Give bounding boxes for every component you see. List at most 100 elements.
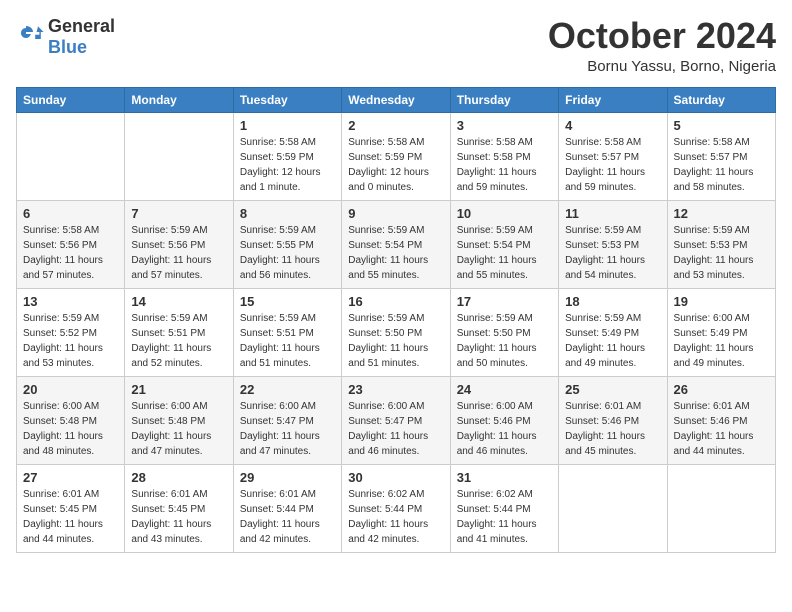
calendar-week-row: 27 Sunrise: 6:01 AM Sunset: 5:45 PM Dayli… bbox=[17, 464, 776, 552]
day-info: Sunrise: 6:00 AM Sunset: 5:48 PM Dayligh… bbox=[23, 399, 118, 459]
day-info: Sunrise: 6:02 AM Sunset: 5:44 PM Dayligh… bbox=[457, 487, 552, 547]
calendar-day-cell: 1 Sunrise: 5:58 AM Sunset: 5:59 PM Daylig… bbox=[233, 112, 341, 200]
day-info: Sunrise: 5:59 AM Sunset: 5:50 PM Dayligh… bbox=[348, 311, 443, 371]
calendar-weekday-header: Monday bbox=[125, 87, 233, 112]
day-info: Sunrise: 5:58 AM Sunset: 5:59 PM Dayligh… bbox=[348, 135, 443, 195]
day-number: 2 bbox=[348, 118, 443, 133]
calendar-day-cell: 11 Sunrise: 5:59 AM Sunset: 5:53 PM Dayli… bbox=[559, 200, 667, 288]
calendar-day-cell: 24 Sunrise: 6:00 AM Sunset: 5:46 PM Dayli… bbox=[450, 376, 558, 464]
day-number: 28 bbox=[131, 470, 226, 485]
logo: General Blue bbox=[16, 16, 115, 58]
day-info: Sunrise: 5:59 AM Sunset: 5:53 PM Dayligh… bbox=[674, 223, 769, 283]
day-info: Sunrise: 5:58 AM Sunset: 5:56 PM Dayligh… bbox=[23, 223, 118, 283]
day-number: 27 bbox=[23, 470, 118, 485]
day-number: 9 bbox=[348, 206, 443, 221]
calendar-day-cell: 3 Sunrise: 5:58 AM Sunset: 5:58 PM Daylig… bbox=[450, 112, 558, 200]
calendar-day-cell: 23 Sunrise: 6:00 AM Sunset: 5:47 PM Dayli… bbox=[342, 376, 450, 464]
logo-blue: Blue bbox=[48, 37, 87, 57]
calendar-day-cell: 26Sunrise: 6:01 AM Sunset: 5:46 PM Dayli… bbox=[667, 376, 775, 464]
calendar-day-cell: 18Sunrise: 5:59 AM Sunset: 5:49 PM Dayli… bbox=[559, 288, 667, 376]
day-number: 20 bbox=[23, 382, 118, 397]
calendar-day-cell: 30 Sunrise: 6:02 AM Sunset: 5:44 PM Dayli… bbox=[342, 464, 450, 552]
calendar-weekday-header: Friday bbox=[559, 87, 667, 112]
day-info: Sunrise: 5:59 AM Sunset: 5:51 PM Dayligh… bbox=[240, 311, 335, 371]
calendar-day-cell: 20 Sunrise: 6:00 AM Sunset: 5:48 PM Dayli… bbox=[17, 376, 125, 464]
calendar-day-cell: 17 Sunrise: 5:59 AM Sunset: 5:50 PM Dayli… bbox=[450, 288, 558, 376]
day-info: Sunrise: 5:58 AM Sunset: 5:58 PM Dayligh… bbox=[457, 135, 552, 195]
day-number: 17 bbox=[457, 294, 552, 309]
day-info: Sunrise: 6:00 AM Sunset: 5:49 PM Dayligh… bbox=[674, 311, 769, 371]
calendar-day-cell: 6 Sunrise: 5:58 AM Sunset: 5:56 PM Daylig… bbox=[17, 200, 125, 288]
day-number: 16 bbox=[348, 294, 443, 309]
day-info: Sunrise: 5:59 AM Sunset: 5:56 PM Dayligh… bbox=[131, 223, 226, 283]
day-number: 13 bbox=[23, 294, 118, 309]
day-info: Sunrise: 5:59 AM Sunset: 5:54 PM Dayligh… bbox=[348, 223, 443, 283]
calendar-day-cell: 28 Sunrise: 6:01 AM Sunset: 5:45 PM Dayli… bbox=[125, 464, 233, 552]
day-number: 3 bbox=[457, 118, 552, 133]
day-info: Sunrise: 5:59 AM Sunset: 5:54 PM Dayligh… bbox=[457, 223, 552, 283]
calendar-day-cell: 8Sunrise: 5:59 AM Sunset: 5:55 PM Daylig… bbox=[233, 200, 341, 288]
calendar-day-cell: 7 Sunrise: 5:59 AM Sunset: 5:56 PM Daylig… bbox=[125, 200, 233, 288]
day-number: 18 bbox=[565, 294, 660, 309]
day-info: Sunrise: 6:01 AM Sunset: 5:44 PM Dayligh… bbox=[240, 487, 335, 547]
calendar-day-cell: 4 Sunrise: 5:58 AM Sunset: 5:57 PM Daylig… bbox=[559, 112, 667, 200]
day-info: Sunrise: 5:59 AM Sunset: 5:51 PM Dayligh… bbox=[131, 311, 226, 371]
day-number: 6 bbox=[23, 206, 118, 221]
page-header: General Blue October 2024 Bornu Yassu, B… bbox=[16, 16, 776, 75]
day-info: Sunrise: 5:58 AM Sunset: 5:59 PM Dayligh… bbox=[240, 135, 335, 195]
day-number: 15 bbox=[240, 294, 335, 309]
day-info: Sunrise: 6:01 AM Sunset: 5:46 PM Dayligh… bbox=[565, 399, 660, 459]
calendar-day-cell: 19 Sunrise: 6:00 AM Sunset: 5:49 PM Dayli… bbox=[667, 288, 775, 376]
calendar-day-cell: 12Sunrise: 5:59 AM Sunset: 5:53 PM Dayli… bbox=[667, 200, 775, 288]
calendar-weekday-header: Sunday bbox=[17, 87, 125, 112]
day-number: 8 bbox=[240, 206, 335, 221]
calendar-day-cell: 2 Sunrise: 5:58 AM Sunset: 5:59 PM Daylig… bbox=[342, 112, 450, 200]
calendar-day-cell: 5 Sunrise: 5:58 AM Sunset: 5:57 PM Daylig… bbox=[667, 112, 775, 200]
day-number: 5 bbox=[674, 118, 769, 133]
day-number: 10 bbox=[457, 206, 552, 221]
calendar-day-cell: 10 Sunrise: 5:59 AM Sunset: 5:54 PM Dayli… bbox=[450, 200, 558, 288]
day-number: 19 bbox=[674, 294, 769, 309]
calendar-day-cell: 31 Sunrise: 6:02 AM Sunset: 5:44 PM Dayli… bbox=[450, 464, 558, 552]
month-title: October 2024 bbox=[548, 16, 776, 56]
calendar-day-cell: 21 Sunrise: 6:00 AM Sunset: 5:48 PM Dayli… bbox=[125, 376, 233, 464]
calendar-day-cell bbox=[667, 464, 775, 552]
day-info: Sunrise: 6:00 AM Sunset: 5:47 PM Dayligh… bbox=[348, 399, 443, 459]
day-number: 21 bbox=[131, 382, 226, 397]
calendar-week-row: 20 Sunrise: 6:00 AM Sunset: 5:48 PM Dayli… bbox=[17, 376, 776, 464]
day-number: 23 bbox=[348, 382, 443, 397]
day-number: 30 bbox=[348, 470, 443, 485]
calendar-week-row: 6 Sunrise: 5:58 AM Sunset: 5:56 PM Daylig… bbox=[17, 200, 776, 288]
day-info: Sunrise: 6:01 AM Sunset: 5:46 PM Dayligh… bbox=[674, 399, 769, 459]
calendar-header-row: SundayMondayTuesdayWednesdayThursdayFrid… bbox=[17, 87, 776, 112]
day-info: Sunrise: 6:01 AM Sunset: 5:45 PM Dayligh… bbox=[23, 487, 118, 547]
day-info: Sunrise: 6:02 AM Sunset: 5:44 PM Dayligh… bbox=[348, 487, 443, 547]
day-number: 4 bbox=[565, 118, 660, 133]
calendar-week-row: 13 Sunrise: 5:59 AM Sunset: 5:52 PM Dayli… bbox=[17, 288, 776, 376]
calendar-day-cell: 13 Sunrise: 5:59 AM Sunset: 5:52 PM Dayli… bbox=[17, 288, 125, 376]
day-info: Sunrise: 5:59 AM Sunset: 5:52 PM Dayligh… bbox=[23, 311, 118, 371]
calendar-day-cell: 22Sunrise: 6:00 AM Sunset: 5:47 PM Dayli… bbox=[233, 376, 341, 464]
calendar-weekday-header: Thursday bbox=[450, 87, 558, 112]
day-info: Sunrise: 5:58 AM Sunset: 5:57 PM Dayligh… bbox=[674, 135, 769, 195]
day-number: 11 bbox=[565, 206, 660, 221]
day-info: Sunrise: 6:01 AM Sunset: 5:45 PM Dayligh… bbox=[131, 487, 226, 547]
day-number: 7 bbox=[131, 206, 226, 221]
calendar-day-cell: 15 Sunrise: 5:59 AM Sunset: 5:51 PM Dayli… bbox=[233, 288, 341, 376]
day-info: Sunrise: 5:59 AM Sunset: 5:50 PM Dayligh… bbox=[457, 311, 552, 371]
day-number: 25 bbox=[565, 382, 660, 397]
day-info: Sunrise: 6:00 AM Sunset: 5:48 PM Dayligh… bbox=[131, 399, 226, 459]
day-info: Sunrise: 5:59 AM Sunset: 5:53 PM Dayligh… bbox=[565, 223, 660, 283]
day-number: 1 bbox=[240, 118, 335, 133]
calendar-day-cell: 16 Sunrise: 5:59 AM Sunset: 5:50 PM Dayli… bbox=[342, 288, 450, 376]
logo-icon bbox=[16, 23, 44, 51]
day-number: 24 bbox=[457, 382, 552, 397]
calendar-table: SundayMondayTuesdayWednesdayThursdayFrid… bbox=[16, 87, 776, 553]
day-number: 31 bbox=[457, 470, 552, 485]
day-info: Sunrise: 6:00 AM Sunset: 5:47 PM Dayligh… bbox=[240, 399, 335, 459]
day-info: Sunrise: 5:58 AM Sunset: 5:57 PM Dayligh… bbox=[565, 135, 660, 195]
logo-general: General bbox=[48, 16, 115, 36]
day-info: Sunrise: 6:00 AM Sunset: 5:46 PM Dayligh… bbox=[457, 399, 552, 459]
calendar-week-row: 1 Sunrise: 5:58 AM Sunset: 5:59 PM Daylig… bbox=[17, 112, 776, 200]
logo-text: General Blue bbox=[48, 16, 115, 58]
